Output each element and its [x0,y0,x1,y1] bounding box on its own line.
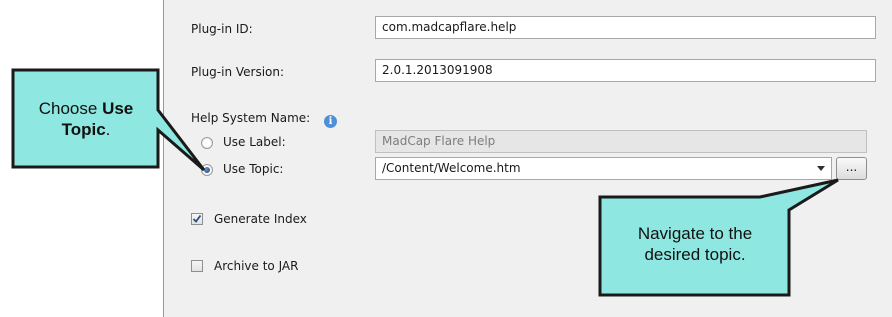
right-callout-line1: Navigate to the [637,224,753,243]
left-callout-suffix: . [105,120,111,139]
right-callout-line2: desired topic. [644,245,746,264]
left-callout-prefix: Choose [38,99,103,118]
right-callout-text: Navigate to the desired topic. [603,223,787,265]
callout-overlay [11,68,839,297]
left-callout-text: Choose Use Topic. [16,98,156,140]
